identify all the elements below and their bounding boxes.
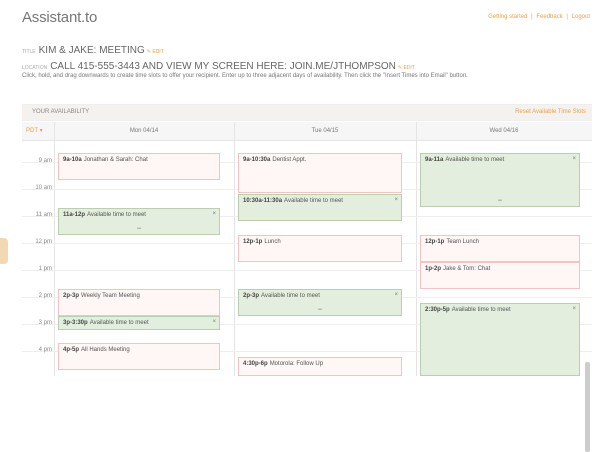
resize-handle-icon[interactable]: ═ [59,226,219,233]
hour-label: 3 pm [38,320,52,326]
event-available-slot[interactable]: 10:30a-11:30a Available time to meet × [238,194,402,221]
getting-started-link[interactable]: Getting started [488,14,527,20]
top-links: Getting started | Feedback | Logout [488,14,590,20]
availability-title: YOUR AVAILABILITY [32,109,90,115]
event-available-slot[interactable]: 3p-3:30p Available time to meet × [58,316,220,330]
close-icon[interactable]: × [212,319,216,326]
close-icon[interactable]: × [212,211,216,218]
event-busy[interactable]: 9a-10:30a Dentist Appt. [238,153,402,193]
close-icon[interactable]: × [572,156,576,163]
brand-logo: Assistant.to [22,9,98,26]
resize-handle-icon[interactable]: ═ [239,307,401,314]
hour-label: 12 pm [35,239,52,245]
close-icon[interactable]: × [394,292,398,299]
title-label: TITLE [22,49,36,55]
resize-handle-icon[interactable]: ═ [421,198,579,205]
hour-label: 1 pm [38,266,52,272]
event-available-slot[interactable]: 11a-12p Available time to meet × ═ [58,208,220,235]
column-divider [416,122,417,376]
hour-label: 11 am [35,212,52,218]
day-header-tue: Tue 04/15 [234,122,416,141]
event-busy[interactable]: 9a-10a Jonathan & Sarah: Chat [58,153,220,180]
hour-label: 2 pm [38,293,52,299]
location-value: CALL 415-555-3443 AND VIEW MY SCREEN HER… [50,61,396,72]
event-busy[interactable]: 2p-3p Weekly Team Meeting [58,289,220,316]
event-busy[interactable]: 12p-1p Lunch [238,235,402,262]
hour-label: 9 am [38,158,52,164]
event-available-slot[interactable]: 9a-11a Available time to meet × ═ [420,153,580,207]
event-busy[interactable]: 12p-1p Team Lunch [420,235,580,262]
hour-label: 4 pm [38,347,52,353]
event-busy[interactable]: 4p-5p All Hands Meeting [58,343,220,370]
event-available-slot[interactable]: 2:30p-5p Available time to meet × [420,303,580,376]
location-edit-link[interactable]: ✎ EDIT [398,65,415,71]
day-header-mon: Mon 04/14 [54,122,234,141]
instructions: Click, hold, and drag downwards to creat… [22,73,468,79]
location-label: LOCATION [22,65,48,71]
timezone-select[interactable]: PDT ▾ [26,127,43,134]
feedback-link[interactable]: Feedback [536,14,562,20]
event-available-slot[interactable]: 2p-3p Available time to meet × ═ [238,289,402,316]
column-divider [234,122,235,376]
event-busy[interactable]: 4:30p-6p Motorola: Follow Up [238,357,402,376]
calendar-grid[interactable]: PDT ▾ Mon 04/14 Tue 04/15 Wed 04/16 9 am… [22,122,592,452]
reset-slots-link[interactable]: Reset Available Time Slots [515,109,586,115]
side-feedback-tab[interactable] [0,238,8,264]
column-divider [54,122,55,376]
title-edit-link[interactable]: ✎ EDIT [147,49,164,55]
hour-label: 10 am [35,185,52,191]
title-value: KIM & JAKE: MEETING [38,45,145,56]
event-busy[interactable]: 1p-2p Jake & Tom: Chat [420,262,580,289]
availability-bar: YOUR AVAILABILITY Reset Available Time S… [22,104,592,121]
logout-link[interactable]: Logout [572,14,590,20]
close-icon[interactable]: × [394,197,398,204]
close-icon[interactable]: × [572,306,576,313]
day-header-wed: Wed 04/16 [416,122,592,141]
